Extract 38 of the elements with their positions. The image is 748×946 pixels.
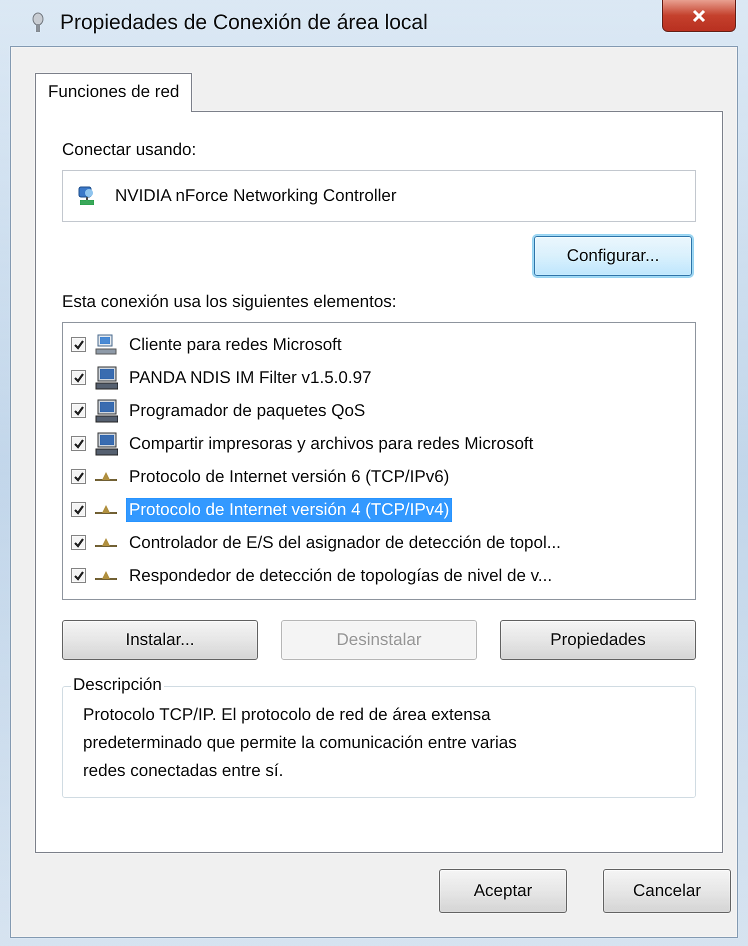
list-item[interactable]: Cliente para redes Microsoft	[126, 332, 345, 356]
list-item[interactable]: Controlador de E/S del asignador de detección de topol...	[126, 530, 564, 554]
protocol-icon	[94, 470, 118, 484]
checkbox[interactable]	[71, 535, 86, 550]
checkbox[interactable]	[71, 436, 86, 451]
checkbox[interactable]	[71, 469, 86, 484]
monitor-icon	[94, 398, 118, 422]
group-title: Descripción	[71, 675, 164, 695]
tab[interactable]: Funciones de red	[35, 73, 192, 112]
list-item[interactable]: Compartir impresoras y archivos para redes Microsoft	[126, 432, 536, 456]
list-label: Esta conexión usa los siguientes elementos:	[62, 292, 398, 312]
monitor-icon	[94, 366, 118, 390]
network-adapter-icon	[77, 185, 97, 207]
field-label: Conectar usando:	[62, 140, 198, 160]
dialog-button[interactable]: Cancelar	[603, 869, 731, 913]
protocol-icon	[94, 536, 118, 550]
close-button[interactable]	[662, 0, 736, 32]
action-button[interactable]: Propiedades	[500, 620, 696, 660]
configure-button[interactable]: Configurar...	[534, 236, 692, 276]
checkbox[interactable]	[71, 337, 86, 352]
list-item[interactable]: Protocolo de Internet versión 6 (TCP/IPv6)	[126, 464, 452, 488]
computer-icon	[94, 334, 118, 356]
protocol-icon	[94, 502, 118, 516]
action-button[interactable]: Instalar...	[62, 620, 258, 660]
list-item[interactable]: Programador de paquetes QoS	[126, 398, 368, 422]
list-item[interactable]: Respondedor de detección de topologías de nivel de v...	[126, 564, 556, 588]
list-item[interactable]: PANDA NDIS IM Filter v1.5.0.97	[126, 366, 374, 390]
monitor-icon	[94, 432, 118, 456]
window-title: Propiedades de Conexión de área local	[60, 11, 428, 35]
description-text: Protocolo TCP/IP. El protocolo de red de área extensa predeterminado que permite la comunicación entre varias redes conectadas entre sí.	[83, 704, 518, 782]
dialog-button[interactable]: Aceptar	[439, 869, 567, 913]
checkbox[interactable]	[71, 502, 86, 517]
protocol-icon	[94, 568, 118, 582]
adapter-name: NVIDIA nForce Networking Controller	[115, 186, 397, 206]
checkbox[interactable]	[71, 403, 86, 418]
checkbox[interactable]	[71, 568, 86, 583]
checkbox[interactable]	[71, 370, 86, 385]
close-icon	[692, 8, 706, 22]
